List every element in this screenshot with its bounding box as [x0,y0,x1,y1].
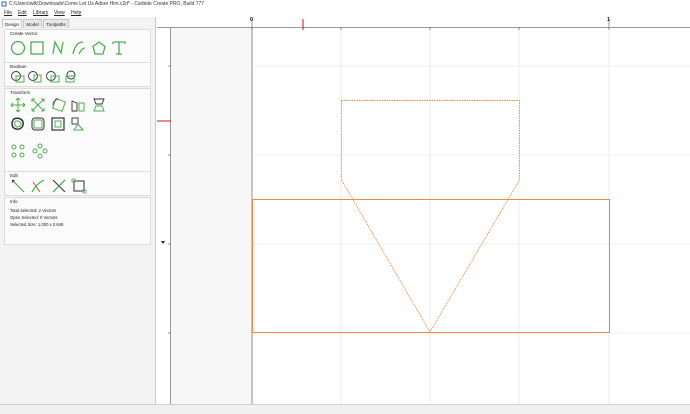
rectangle-icon[interactable] [29,40,45,56]
menu-bar: File Edit Library View Help [0,9,690,17]
subtract-icon[interactable] [27,70,43,84]
tab-toolpaths[interactable]: Toolpaths [43,19,69,28]
menu-help[interactable]: Help [71,9,81,17]
section-title-info: Info [10,199,18,204]
polyline-icon[interactable] [50,40,66,56]
design-panel: Design Model Toolpaths Create Vector Boo… [0,17,156,404]
fillet-icon[interactable] [30,116,46,132]
info-section: Info Total Selected: 2 Vectors Open Sele… [4,197,151,245]
menu-file[interactable]: File [4,9,12,17]
edit-section: Edit [4,171,151,196]
rotate-icon[interactable] [51,97,67,113]
pentagon-vector[interactable] [341,100,520,333]
ruler-top: 0 1 [157,17,690,30]
union-icon[interactable] [10,70,26,84]
boolean-section: Boolean [4,62,151,87]
outside-stock-area [171,28,252,404]
info-selected-size: Selected Size: 1.000 x 0.649 [10,222,64,227]
ruler-left [157,28,171,404]
weld-icon[interactable] [63,70,79,84]
rectangle-vector[interactable] [252,199,610,333]
move-icon[interactable] [10,97,26,113]
grid [252,28,690,404]
polygon-icon[interactable] [91,40,107,56]
info-open-selected: Open Selected: 0 Vectors [10,215,58,220]
section-title-create-vector: Create Vector [10,31,38,36]
intersect-icon[interactable] [45,70,61,84]
ruler-label-0: 0 [250,17,254,23]
section-title-transform: Transform [10,90,31,95]
menu-edit[interactable]: Edit [18,9,27,17]
origin-marker-icon [161,241,165,244]
mirror-horizontal-icon[interactable] [70,97,86,113]
array-icon[interactable] [10,143,26,159]
app-icon [1,1,7,7]
scale-icon[interactable] [30,97,46,113]
status-bar [0,404,690,414]
ruler-label-1: 1 [607,17,611,23]
node-edit-icon[interactable] [10,178,26,194]
menu-library[interactable]: Library [33,9,48,17]
circle-icon[interactable] [10,40,26,56]
title-bar: C:\Users\wlk\Downloads\Come Let Us Adore… [0,0,690,9]
menu-view[interactable]: View [54,9,65,17]
trim-icon[interactable] [30,178,46,194]
design-canvas[interactable] [157,17,690,404]
mirror-vertical-icon[interactable] [91,97,107,113]
circular-array-icon[interactable] [32,143,48,159]
window-title: C:\Users\wlk\Downloads\Come Let Us Adore… [9,1,205,7]
align-icon[interactable] [70,116,86,132]
tab-model[interactable]: Model [23,19,42,28]
inset-icon[interactable] [50,116,66,132]
bounding-box-icon[interactable] [71,178,87,194]
canvas-drawing [171,28,690,404]
text-icon[interactable] [111,40,127,56]
tab-design[interactable]: Design [2,19,22,28]
panel-tabs: Design Model Toolpaths [2,19,155,28]
curve-icon[interactable] [71,40,87,56]
section-title-boolean: Boolean [10,64,27,69]
cut-icon[interactable] [51,178,67,194]
offset-icon[interactable] [10,116,26,132]
info-total-selected: Total Selected: 2 Vectors [10,208,57,213]
